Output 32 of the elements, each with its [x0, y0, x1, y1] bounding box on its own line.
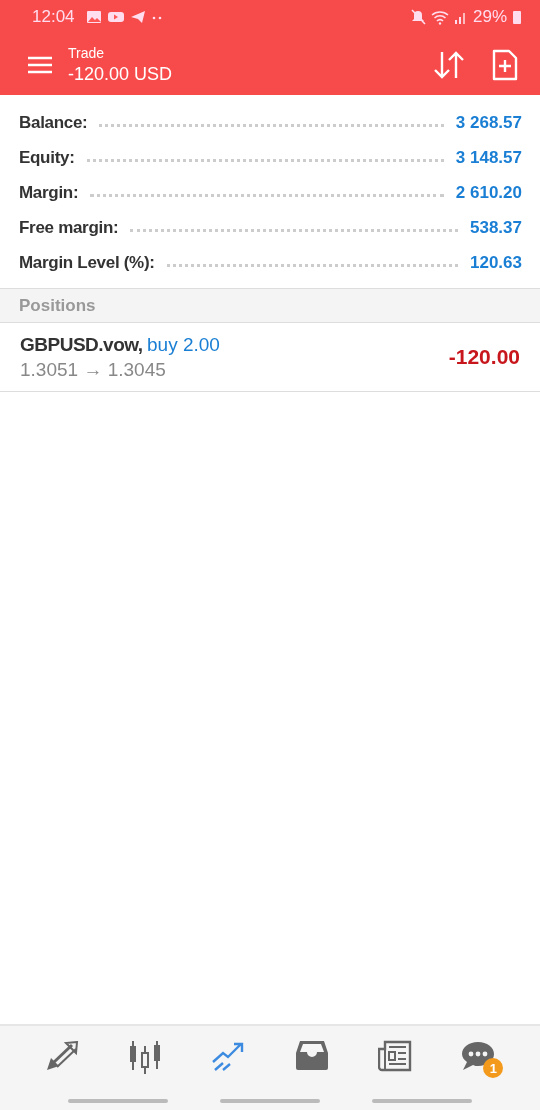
newspaper-icon [377, 1040, 412, 1072]
diagonal-arrows-icon [44, 1040, 79, 1072]
summary-value: 2 610.20 [455, 182, 522, 203]
summary-value: 538.37 [470, 217, 522, 238]
summary-label: Margin: [19, 182, 79, 203]
summary-value: 120.63 [470, 252, 522, 273]
position-profit: -120.00 [448, 345, 520, 369]
summary-label: Free margin: [19, 217, 119, 238]
wifi-icon [430, 9, 449, 25]
battery-level: 29% [472, 7, 507, 27]
position-row[interactable]: GBPUSD.vow, buy 2.00 1.3051 → 1.3045 -120.00 [0, 323, 540, 392]
candlestick-icon [128, 1040, 162, 1074]
section-title: Positions [19, 295, 96, 316]
screen-title: Trade [68, 44, 106, 61]
summary-label: Equity: [19, 147, 75, 168]
mute-icon [409, 9, 426, 25]
summary-value: 3 268.57 [455, 112, 522, 133]
summary-label: Margin Level (%): [19, 252, 155, 273]
send-icon [129, 10, 146, 24]
inbox-icon [294, 1040, 329, 1070]
video-icon [106, 10, 125, 24]
summary-label: Balance: [19, 112, 88, 133]
status-time: 12:04 [32, 7, 75, 27]
trend-arrow-icon [211, 1040, 246, 1072]
position-prices: 1.3051 → 1.3045 [20, 358, 167, 381]
profit-total: -120.00 USD [68, 63, 173, 85]
summary-value: 3 148.57 [455, 147, 522, 168]
battery-icon [512, 9, 522, 25]
position-symbol: GBPUSD.vow, [20, 333, 143, 355]
position-volume: buy 2.00 [147, 333, 220, 355]
image-icon [85, 10, 102, 24]
notification-badge: 1 [483, 1058, 504, 1078]
